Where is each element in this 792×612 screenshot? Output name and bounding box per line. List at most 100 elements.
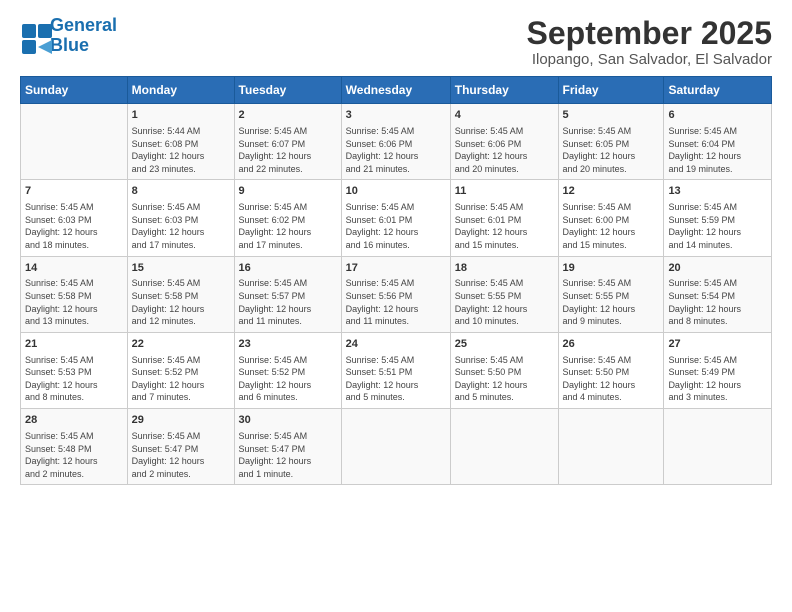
day-info: Sunrise: 5:45 AM Sunset: 5:48 PM Dayligh… xyxy=(25,430,123,480)
calendar-cell: 25Sunrise: 5:45 AM Sunset: 5:50 PM Dayli… xyxy=(450,332,558,408)
day-number: 7 xyxy=(25,184,123,199)
header-row: SundayMondayTuesdayWednesdayThursdayFrid… xyxy=(21,77,772,104)
day-number: 16 xyxy=(239,261,337,276)
day-info: Sunrise: 5:45 AM Sunset: 5:52 PM Dayligh… xyxy=(239,354,337,404)
calendar-cell: 1 Sunrise: 5:44 AM Sunset: 6:08 PM Daylig… xyxy=(127,104,234,180)
week-row-2: 7 Sunrise: 5:45 AM Sunset: 6:03 PM Daylig… xyxy=(21,180,772,256)
page: General Blue September 2025 Ilopango, Sa… xyxy=(0,0,792,612)
day-number: 13 xyxy=(668,184,767,199)
calendar-cell: 20Sunrise: 5:45 AM Sunset: 5:54 PM Dayli… xyxy=(664,256,772,332)
calendar-cell: 8 Sunrise: 5:45 AM Sunset: 6:03 PM Daylig… xyxy=(127,180,234,256)
day-number: 26 xyxy=(563,337,660,352)
title-section: September 2025 Ilopango, San Salvador, E… xyxy=(527,16,772,68)
calendar-cell: 14Sunrise: 5:45 AM Sunset: 5:58 PM Dayli… xyxy=(21,256,128,332)
day-info: Sunrise: 5:45 AM Sunset: 5:57 PM Dayligh… xyxy=(239,277,337,327)
logo-line2: Blue xyxy=(50,35,89,55)
calendar-cell: 12Sunrise: 5:45 AM Sunset: 6:00 PM Dayli… xyxy=(558,180,664,256)
calendar-table: SundayMondayTuesdayWednesdayThursdayFrid… xyxy=(20,76,772,485)
day-number: 20 xyxy=(668,261,767,276)
calendar-cell: 18Sunrise: 5:45 AM Sunset: 5:55 PM Dayli… xyxy=(450,256,558,332)
day-info: Sunrise: 5:45 AM Sunset: 6:07 PM Dayligh… xyxy=(239,125,337,175)
calendar-cell: 4 Sunrise: 5:45 AM Sunset: 6:06 PM Daylig… xyxy=(450,104,558,180)
calendar-cell: 29 Sunrise: 5:45 AM Sunset: 5:47 PM Dayli… xyxy=(127,409,234,485)
calendar-cell: 7 Sunrise: 5:45 AM Sunset: 6:03 PM Daylig… xyxy=(21,180,128,256)
calendar-cell: 19Sunrise: 5:45 AM Sunset: 5:55 PM Dayli… xyxy=(558,256,664,332)
day-number: 9 xyxy=(239,184,337,199)
weekday-header-tuesday: Tuesday xyxy=(234,77,341,104)
day-number: 23 xyxy=(239,337,337,352)
day-info: Sunrise: 5:45 AM Sunset: 5:49 PM Dayligh… xyxy=(668,354,767,404)
day-info: Sunrise: 5:45 AM Sunset: 5:55 PM Dayligh… xyxy=(563,277,660,327)
calendar-cell: 10Sunrise: 5:45 AM Sunset: 6:01 PM Dayli… xyxy=(341,180,450,256)
weekday-header-sunday: Sunday xyxy=(21,77,128,104)
day-number: 10 xyxy=(346,184,446,199)
calendar-cell: 22 Sunrise: 5:45 AM Sunset: 5:52 PM Dayli… xyxy=(127,332,234,408)
calendar-cell: 13Sunrise: 5:45 AM Sunset: 5:59 PM Dayli… xyxy=(664,180,772,256)
subtitle: Ilopango, San Salvador, El Salvador xyxy=(527,51,772,68)
day-info: Sunrise: 5:45 AM Sunset: 5:54 PM Dayligh… xyxy=(668,277,767,327)
day-info: Sunrise: 5:45 AM Sunset: 6:03 PM Dayligh… xyxy=(25,201,123,251)
weekday-header-monday: Monday xyxy=(127,77,234,104)
day-number: 25 xyxy=(455,337,554,352)
calendar-cell: 6Sunrise: 5:45 AM Sunset: 6:04 PM Daylig… xyxy=(664,104,772,180)
week-row-1: 1 Sunrise: 5:44 AM Sunset: 6:08 PM Daylig… xyxy=(21,104,772,180)
weekday-header-wednesday: Wednesday xyxy=(341,77,450,104)
day-number: 24 xyxy=(346,337,446,352)
calendar-cell: 16Sunrise: 5:45 AM Sunset: 5:57 PM Dayli… xyxy=(234,256,341,332)
weekday-header-friday: Friday xyxy=(558,77,664,104)
day-info: Sunrise: 5:45 AM Sunset: 5:55 PM Dayligh… xyxy=(455,277,554,327)
calendar-cell: 15Sunrise: 5:45 AM Sunset: 5:58 PM Dayli… xyxy=(127,256,234,332)
calendar-cell: 2Sunrise: 5:45 AM Sunset: 6:07 PM Daylig… xyxy=(234,104,341,180)
logo-text: General Blue xyxy=(50,16,117,56)
day-info: Sunrise: 5:45 AM Sunset: 5:56 PM Dayligh… xyxy=(346,277,446,327)
calendar-cell: 9 Sunrise: 5:45 AM Sunset: 6:02 PM Daylig… xyxy=(234,180,341,256)
day-info: Sunrise: 5:45 AM Sunset: 6:04 PM Dayligh… xyxy=(668,125,767,175)
weekday-header-saturday: Saturday xyxy=(664,77,772,104)
calendar-cell: 24 Sunrise: 5:45 AM Sunset: 5:51 PM Dayli… xyxy=(341,332,450,408)
day-number: 30 xyxy=(239,413,337,428)
day-info: Sunrise: 5:45 AM Sunset: 5:52 PM Dayligh… xyxy=(132,354,230,404)
day-number: 1 xyxy=(132,108,230,123)
calendar-cell: 21 Sunrise: 5:45 AM Sunset: 5:53 PM Dayli… xyxy=(21,332,128,408)
header: General Blue September 2025 Ilopango, Sa… xyxy=(20,16,772,68)
day-info: Sunrise: 5:45 AM Sunset: 5:58 PM Dayligh… xyxy=(132,277,230,327)
day-info: Sunrise: 5:45 AM Sunset: 6:06 PM Dayligh… xyxy=(346,125,446,175)
day-number: 18 xyxy=(455,261,554,276)
day-info: Sunrise: 5:45 AM Sunset: 6:02 PM Dayligh… xyxy=(239,201,337,251)
day-number: 27 xyxy=(668,337,767,352)
day-number: 3 xyxy=(346,108,446,123)
day-number: 4 xyxy=(455,108,554,123)
day-info: Sunrise: 5:45 AM Sunset: 6:06 PM Dayligh… xyxy=(455,125,554,175)
day-info: Sunrise: 5:45 AM Sunset: 5:50 PM Dayligh… xyxy=(563,354,660,404)
logo-icon xyxy=(20,22,48,50)
calendar-cell: 23 Sunrise: 5:45 AM Sunset: 5:52 PM Dayli… xyxy=(234,332,341,408)
day-info: Sunrise: 5:45 AM Sunset: 5:51 PM Dayligh… xyxy=(346,354,446,404)
calendar-cell xyxy=(450,409,558,485)
day-number: 29 xyxy=(132,413,230,428)
week-row-4: 21 Sunrise: 5:45 AM Sunset: 5:53 PM Dayli… xyxy=(21,332,772,408)
day-info: Sunrise: 5:45 AM Sunset: 5:53 PM Dayligh… xyxy=(25,354,123,404)
calendar-cell xyxy=(558,409,664,485)
calendar-cell: 28 Sunrise: 5:45 AM Sunset: 5:48 PM Dayli… xyxy=(21,409,128,485)
week-row-3: 14 Sunrise: 5:45 AM Sunset: 5:58 PM Dayli… xyxy=(21,256,772,332)
day-number: 28 xyxy=(25,413,123,428)
day-info: Sunrise: 5:45 AM Sunset: 5:47 PM Dayligh… xyxy=(132,430,230,480)
calendar-cell: 27 Sunrise: 5:45 AM Sunset: 5:49 PM Dayli… xyxy=(664,332,772,408)
day-number: 22 xyxy=(132,337,230,352)
day-number: 15 xyxy=(132,261,230,276)
day-info: Sunrise: 5:45 AM Sunset: 6:03 PM Dayligh… xyxy=(132,201,230,251)
calendar-cell: 30Sunrise: 5:45 AM Sunset: 5:47 PM Dayli… xyxy=(234,409,341,485)
calendar-cell: 11Sunrise: 5:45 AM Sunset: 6:01 PM Dayli… xyxy=(450,180,558,256)
calendar-cell: 26 Sunrise: 5:45 AM Sunset: 5:50 PM Dayli… xyxy=(558,332,664,408)
day-info: Sunrise: 5:44 AM Sunset: 6:08 PM Dayligh… xyxy=(132,125,230,175)
weekday-header-thursday: Thursday xyxy=(450,77,558,104)
calendar-cell: 17Sunrise: 5:45 AM Sunset: 5:56 PM Dayli… xyxy=(341,256,450,332)
main-title: September 2025 xyxy=(527,16,772,51)
day-number: 21 xyxy=(25,337,123,352)
logo-line1: General xyxy=(50,15,117,35)
day-number: 14 xyxy=(25,261,123,276)
logo: General Blue xyxy=(20,16,117,56)
day-number: 8 xyxy=(132,184,230,199)
day-number: 5 xyxy=(563,108,660,123)
day-info: Sunrise: 5:45 AM Sunset: 6:00 PM Dayligh… xyxy=(563,201,660,251)
